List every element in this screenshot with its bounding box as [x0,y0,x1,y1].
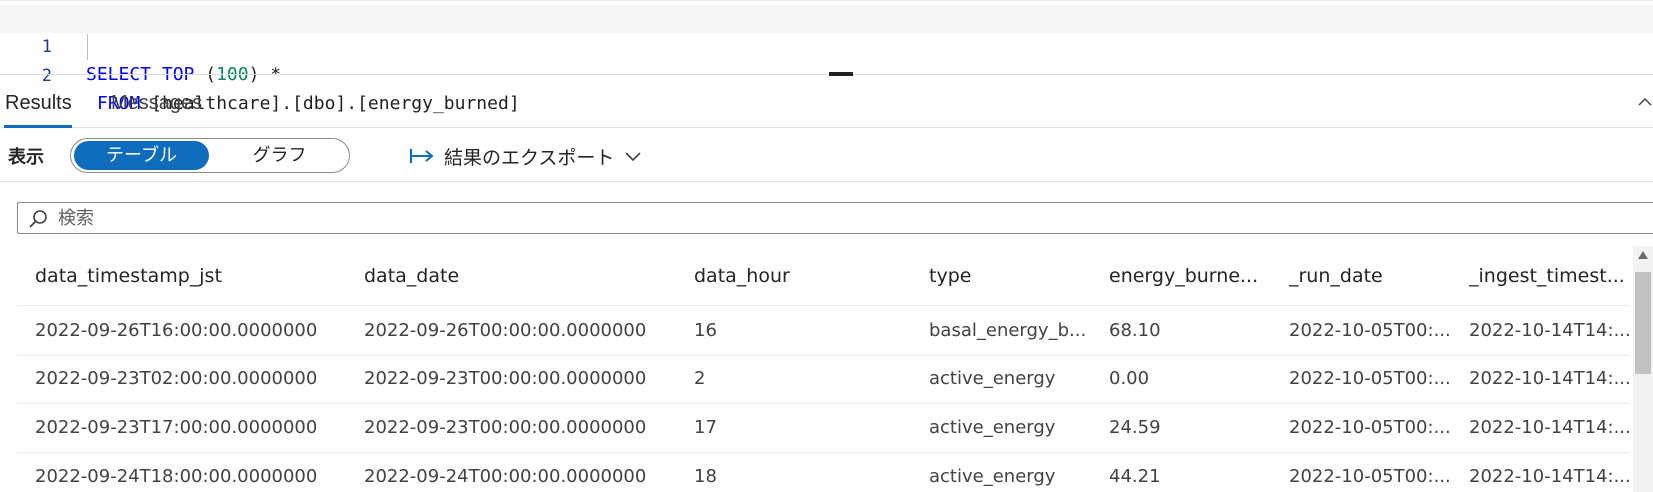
table-cell[interactable]: 2022-10-14T14:... [1469,403,1629,452]
chevron-down-icon [625,152,642,162]
table-cell[interactable]: basal_energy_b... [929,306,1099,355]
search-box [17,202,1653,234]
scrollbar-thumb[interactable] [1635,272,1651,374]
table-cell[interactable]: 2022-10-05T00:... [1289,306,1461,355]
splitter-handle[interactable] [829,72,853,76]
results-grid: data_timestamp_jst data_date data_hour t… [17,246,1630,492]
column-header[interactable]: _run_date [1289,246,1461,305]
active-tab-indicator [4,125,72,128]
toggle-graph-option[interactable]: グラフ [212,141,347,170]
tab-results[interactable]: Results [5,92,72,115]
sql-editor[interactable]: 1 SELECT TOP (100) * 2 FROM [healthcare]… [0,0,1653,114]
column-header[interactable]: energy_burne... [1109,246,1281,305]
code-line-2[interactable]: 2 FROM [healthcare].[dbo].[energy_burned… [0,34,1653,114]
table-cell[interactable]: active_energy [929,403,1099,452]
table-cell[interactable]: 16 [694,306,924,355]
table-header-row: data_timestamp_jst data_date data_hour t… [17,246,1630,306]
table-cell[interactable]: 2022-09-26T16:00:00.0000000 [35,306,355,355]
table-row[interactable]: 2022-09-23T02:00:00.0000000 2022-09-23T0… [17,354,1630,404]
table-cell[interactable]: 2022-10-14T14:... [1469,306,1629,355]
column-header[interactable]: data_timestamp_jst [35,246,355,305]
indent-guide [87,34,88,60]
table-cell[interactable]: 2 [694,354,924,403]
column-header[interactable]: data_date [364,246,684,305]
table-cell[interactable]: 2022-09-24T00:00:00.0000000 [364,452,684,492]
table-cell[interactable]: 2022-09-24T18:00:00.0000000 [35,452,355,492]
table-cell[interactable]: 18 [694,452,924,492]
table-cell[interactable]: 0.00 [1109,354,1281,403]
export-results-label: 結果のエクスポート [444,146,615,169]
collapse-icon[interactable] [1637,94,1653,110]
table-row[interactable]: 2022-09-24T18:00:00.0000000 2022-09-24T0… [17,452,1630,492]
table-row[interactable]: 2022-09-26T16:00:00.0000000 2022-09-26T0… [17,306,1630,356]
table-cell[interactable]: 2022-09-23T00:00:00.0000000 [364,403,684,452]
table-cell[interactable]: 2022-10-14T14:... [1469,354,1629,403]
view-label: 表示 [8,147,44,168]
column-header[interactable]: type [929,246,1099,305]
table-cell[interactable]: 2022-10-05T00:... [1289,354,1461,403]
results-tabs: Results Messages [0,84,1653,128]
search-icon [29,210,47,228]
table-cell[interactable]: 68.10 [1109,306,1281,355]
export-results-button[interactable]: 結果のエクスポート [408,142,642,170]
search-input[interactable] [58,205,1618,231]
table-cell[interactable]: 24.59 [1109,403,1281,452]
vertical-scrollbar[interactable] [1633,246,1653,492]
table-cell[interactable]: active_energy [929,452,1099,492]
column-header[interactable]: data_hour [694,246,924,305]
tab-messages[interactable]: Messages [111,92,202,115]
table-cell[interactable]: 2022-10-14T14:... [1469,452,1629,492]
export-arrow-icon [410,149,434,163]
view-toggle[interactable]: テーブル グラフ [70,138,350,173]
editor-divider [0,74,1653,75]
table-row[interactable]: 2022-09-23T17:00:00.0000000 2022-09-23T0… [17,403,1630,453]
table-cell[interactable]: 2022-10-05T00:... [1289,403,1461,452]
toggle-table-option[interactable]: テーブル [74,141,209,170]
table-cell[interactable]: 2022-09-23T00:00:00.0000000 [364,354,684,403]
table-cell[interactable]: 2022-10-05T00:... [1289,452,1461,492]
table-cell[interactable]: 2022-09-26T00:00:00.0000000 [364,306,684,355]
table-cell[interactable]: active_energy [929,354,1099,403]
results-toolbar: 表示 テーブル グラフ 結果のエクスポート [0,130,1653,182]
table-cell[interactable]: 44.21 [1109,452,1281,492]
table-cell[interactable]: 2022-09-23T17:00:00.0000000 [35,403,355,452]
code-line-1[interactable]: 1 SELECT TOP (100) * [0,5,1653,85]
column-header[interactable]: _ingest_timest... [1469,246,1629,305]
table-cell[interactable]: 2022-09-23T02:00:00.0000000 [35,354,355,403]
table-cell[interactable]: 17 [694,403,924,452]
scroll-up-arrow-icon[interactable] [1637,250,1649,260]
